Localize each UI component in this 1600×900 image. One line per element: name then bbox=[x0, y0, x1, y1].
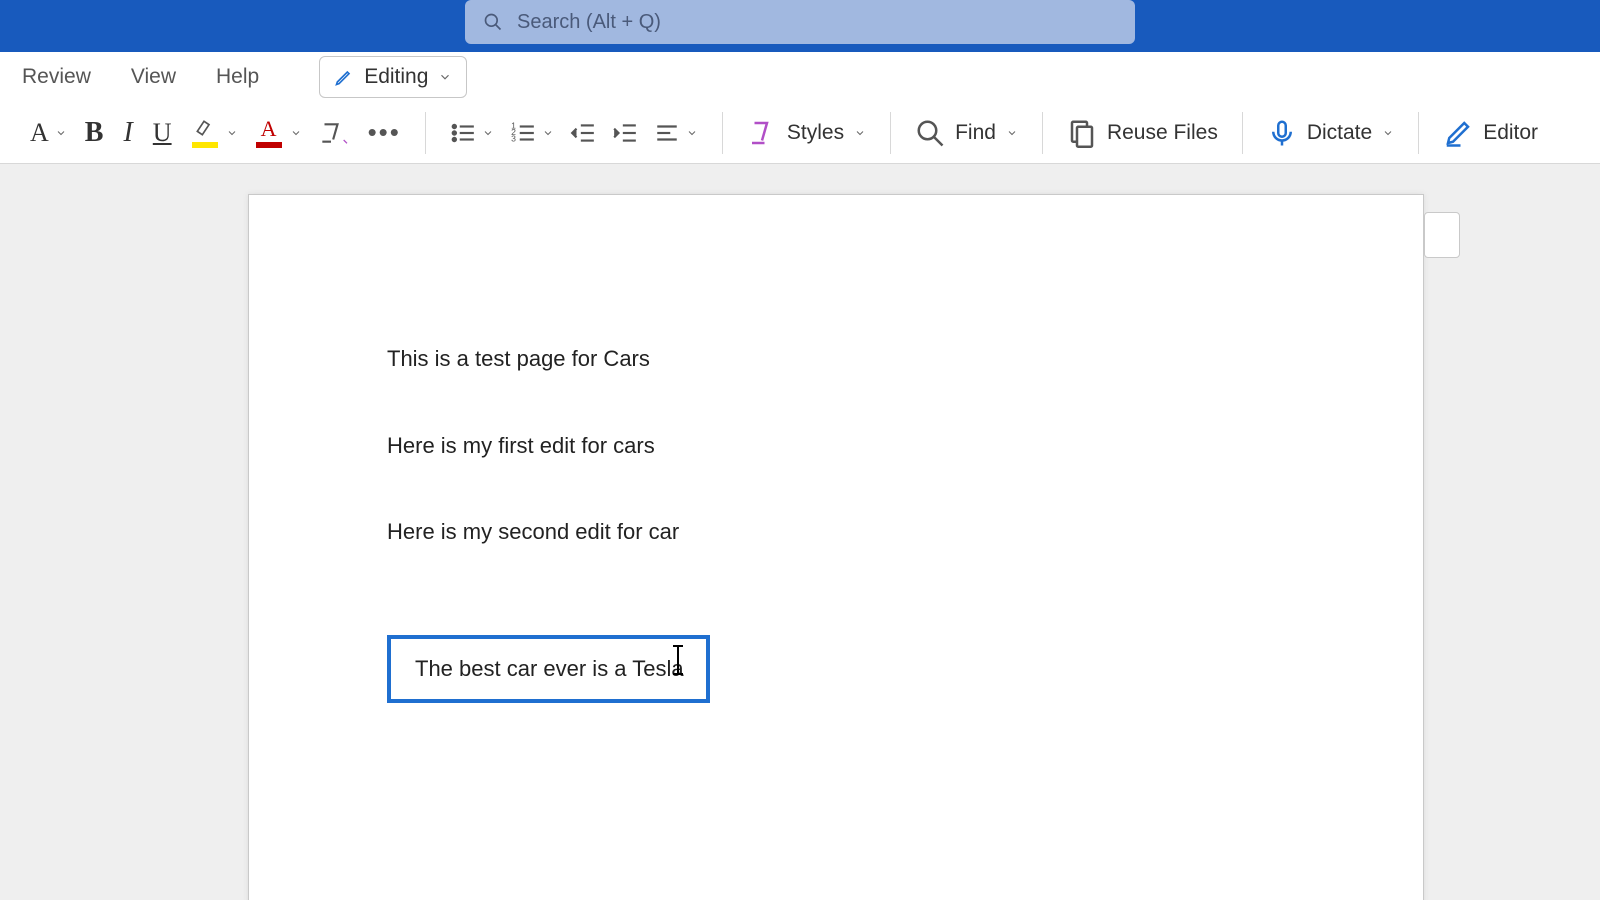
document-page[interactable]: This is a test page for Cars Here is my … bbox=[248, 194, 1424, 900]
editor-icon bbox=[1443, 118, 1473, 148]
chevron-down-icon bbox=[226, 127, 238, 139]
align-icon bbox=[654, 120, 680, 146]
find-button[interactable]: Find bbox=[907, 112, 1026, 154]
bulleted-list-button[interactable] bbox=[442, 114, 502, 152]
tab-help[interactable]: Help bbox=[216, 65, 259, 89]
find-label: Find bbox=[955, 121, 996, 145]
microphone-icon bbox=[1267, 118, 1297, 148]
reuse-files-label: Reuse Files bbox=[1107, 121, 1218, 145]
editing-mode-button[interactable]: Editing bbox=[319, 56, 467, 98]
chevron-down-icon bbox=[542, 127, 554, 139]
chevron-down-icon bbox=[854, 127, 866, 139]
chevron-down-icon bbox=[686, 127, 698, 139]
title-bar: Search (Alt + Q) bbox=[0, 0, 1600, 52]
chevron-down-icon bbox=[482, 127, 494, 139]
italic-button[interactable]: I bbox=[113, 117, 142, 149]
paragraph[interactable]: Here is my second edit for car bbox=[387, 518, 1285, 547]
chevron-down-icon bbox=[1382, 127, 1394, 139]
clear-format-icon bbox=[318, 120, 344, 146]
search-placeholder: Search (Alt + Q) bbox=[517, 11, 661, 34]
editor-label: Editor bbox=[1483, 121, 1538, 145]
document-canvas[interactable]: This is a test page for Cars Here is my … bbox=[0, 164, 1600, 900]
align-button[interactable] bbox=[646, 114, 706, 152]
dictate-button[interactable]: Dictate bbox=[1259, 112, 1402, 154]
styles-icon bbox=[747, 118, 777, 148]
text-cursor-icon bbox=[677, 647, 679, 673]
chevron-down-icon bbox=[55, 127, 67, 139]
numbered-list-button[interactable]: 1 2 3 bbox=[502, 114, 562, 152]
bullet-list-icon bbox=[450, 120, 476, 146]
highlight-button[interactable] bbox=[182, 112, 246, 154]
reuse-files-icon bbox=[1067, 118, 1097, 148]
paragraph[interactable]: This is a test page for Cars bbox=[387, 345, 1285, 374]
increase-indent-button[interactable] bbox=[604, 114, 646, 152]
text-box-content[interactable]: The best car ever is a Tesla bbox=[415, 656, 684, 681]
underline-button[interactable]: U bbox=[143, 118, 182, 148]
font-color-button[interactable]: A bbox=[246, 112, 310, 154]
ribbon-tab-row: Review View Help Editing bbox=[0, 52, 1600, 102]
chevron-down-icon bbox=[290, 127, 302, 139]
clear-formatting-button[interactable] bbox=[310, 114, 360, 152]
eraser-accent-icon bbox=[342, 135, 352, 145]
bold-button[interactable]: B bbox=[75, 117, 114, 149]
svg-text:3: 3 bbox=[511, 133, 516, 143]
highlight-icon bbox=[190, 118, 220, 148]
numbered-list-icon: 1 2 3 bbox=[510, 120, 536, 146]
ribbon-toolbar: A B I U A ••• 1 2 bbox=[0, 102, 1600, 164]
side-panel-stub[interactable] bbox=[1424, 212, 1460, 258]
find-icon bbox=[915, 118, 945, 148]
pen-icon bbox=[334, 67, 354, 87]
styles-button[interactable]: Styles bbox=[739, 112, 874, 154]
editing-mode-label: Editing bbox=[364, 65, 428, 89]
chevron-down-icon bbox=[438, 70, 452, 84]
chevron-down-icon bbox=[1006, 127, 1018, 139]
editor-button[interactable]: Editor bbox=[1435, 112, 1546, 154]
search-icon bbox=[483, 12, 503, 32]
indent-icon bbox=[612, 120, 638, 146]
outdent-icon bbox=[570, 120, 596, 146]
dictate-label: Dictate bbox=[1307, 121, 1372, 145]
decrease-indent-button[interactable] bbox=[562, 114, 604, 152]
styles-label: Styles bbox=[787, 121, 844, 145]
search-box[interactable]: Search (Alt + Q) bbox=[465, 0, 1135, 44]
tab-review[interactable]: Review bbox=[22, 65, 91, 89]
text-box[interactable]: The best car ever is a Tesla bbox=[387, 635, 710, 704]
reuse-files-button[interactable]: Reuse Files bbox=[1059, 112, 1226, 154]
tab-view[interactable]: View bbox=[131, 65, 176, 89]
font-color-icon: A bbox=[254, 118, 284, 148]
paragraph[interactable]: Here is my first edit for cars bbox=[387, 432, 1285, 461]
more-formatting-button[interactable]: ••• bbox=[360, 117, 409, 148]
font-size-button[interactable]: A bbox=[22, 112, 75, 154]
